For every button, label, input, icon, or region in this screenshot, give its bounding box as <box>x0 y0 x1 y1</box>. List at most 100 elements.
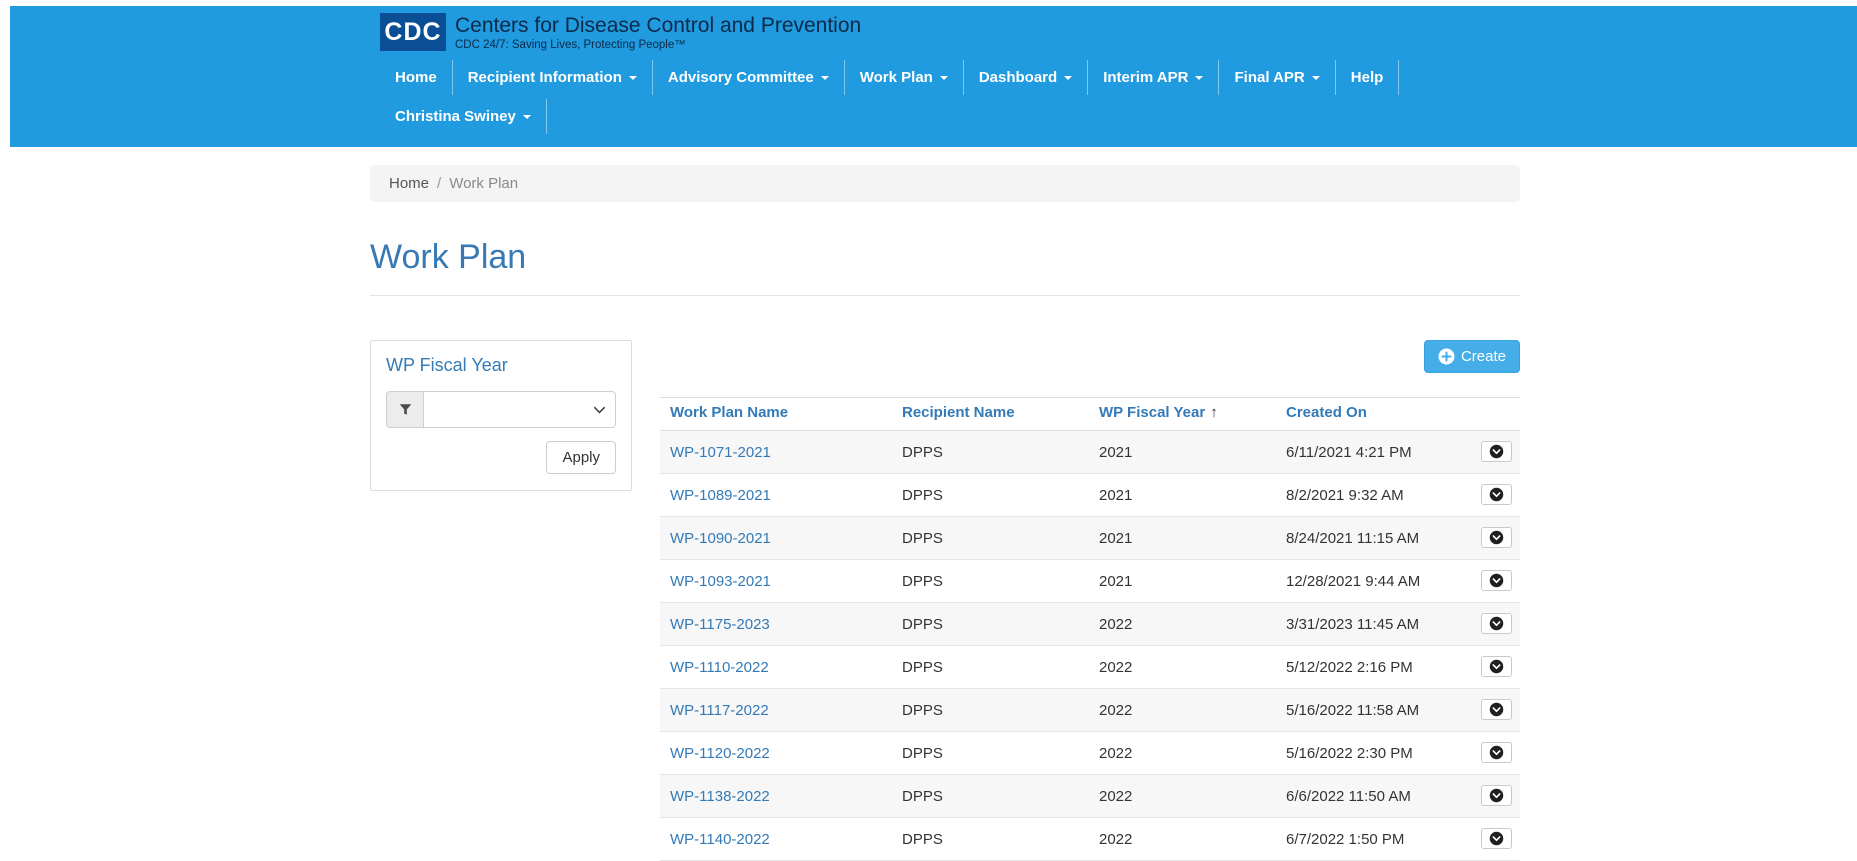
nav-item-label: Help <box>1351 69 1384 86</box>
create-button[interactable]: Create <box>1424 340 1520 373</box>
content-row: WP Fiscal Year Apply <box>370 340 1520 861</box>
nav-item-recipient-information[interactable]: Recipient Information <box>453 60 653 95</box>
created-on-cell: 8/2/2021 9:32 AM <box>1276 474 1460 517</box>
breadcrumb-home-link[interactable]: Home <box>389 175 429 192</box>
row-actions-button[interactable] <box>1481 613 1512 634</box>
table-row: WP-1090-2021 DPPS 2021 8/24/2021 11:15 A… <box>660 517 1520 560</box>
fiscal-year-cell: 2022 <box>1089 603 1276 646</box>
table-row: WP-1140-2022 DPPS 2022 6/7/2022 1:50 PM <box>660 818 1520 861</box>
cdc-brand: CDC Centers for Disease Control and Prev… <box>380 13 1857 51</box>
apply-button[interactable]: Apply <box>546 441 616 474</box>
nav-item-label: Dashboard <box>979 69 1057 86</box>
fiscal-year-cell: 2021 <box>1089 517 1276 560</box>
site-header: CDC Centers for Disease Control and Prev… <box>10 6 1857 147</box>
fiscal-year-input-group <box>386 391 616 428</box>
filter-button[interactable] <box>386 391 424 428</box>
caret-down-icon <box>940 76 948 80</box>
cdc-logo: CDC <box>380 13 446 51</box>
table-row: WP-1071-2021 DPPS 2021 6/11/2021 4:21 PM <box>660 431 1520 474</box>
nav-item-label: Work Plan <box>860 69 933 86</box>
fiscal-year-cell: 2021 <box>1089 474 1276 517</box>
row-actions-button[interactable] <box>1481 570 1512 591</box>
created-on-cell: 8/24/2021 11:15 AM <box>1276 517 1460 560</box>
user-menu[interactable]: Christina Swiney <box>380 99 547 134</box>
nav-item-label: Home <box>395 69 437 86</box>
table-row: WP-1175-2023 DPPS 2022 3/31/2023 11:45 A… <box>660 603 1520 646</box>
fiscal-year-cell: 2022 <box>1089 775 1276 818</box>
nav-item-help[interactable]: Help <box>1336 60 1400 95</box>
row-actions-button[interactable] <box>1481 527 1512 548</box>
nav-item-work-plan[interactable]: Work Plan <box>845 60 964 95</box>
work-plan-link[interactable]: WP-1071-2021 <box>670 444 771 461</box>
recipient-cell: DPPS <box>892 474 1089 517</box>
created-on-cell: 6/6/2022 11:50 AM <box>1276 775 1460 818</box>
work-plan-link[interactable]: WP-1138-2022 <box>670 788 770 805</box>
row-actions-button[interactable] <box>1481 699 1512 720</box>
work-plan-link[interactable]: WP-1110-2022 <box>670 659 769 676</box>
caret-down-icon <box>629 76 637 80</box>
created-on-cell: 6/7/2022 1:50 PM <box>1276 818 1460 861</box>
row-actions-button[interactable] <box>1481 484 1512 505</box>
work-plan-link[interactable]: WP-1175-2023 <box>670 616 770 633</box>
breadcrumb: Home / Work Plan <box>370 165 1520 202</box>
nav-item-label: Interim APR <box>1103 69 1188 86</box>
main-content: Home / Work Plan Work Plan WP Fiscal Year <box>370 165 1520 861</box>
row-actions-button[interactable] <box>1481 742 1512 763</box>
work-plan-table: Work Plan Name Recipient Name WP Fiscal … <box>660 397 1520 861</box>
caret-down-icon <box>1195 76 1203 80</box>
created-on-cell: 5/16/2022 2:30 PM <box>1276 732 1460 775</box>
column-header-wp-fiscal-year[interactable]: WP Fiscal Year <box>1099 404 1205 421</box>
fiscal-year-cell: 2022 <box>1089 732 1276 775</box>
caret-down-circle-icon <box>1489 659 1504 674</box>
nav-item-label: Recipient Information <box>468 69 622 86</box>
toolbar: Create <box>660 340 1520 373</box>
brand-text: Centers for Disease Control and Preventi… <box>455 14 861 51</box>
nav-item-advisory-committee[interactable]: Advisory Committee <box>653 60 845 95</box>
recipient-cell: DPPS <box>892 818 1089 861</box>
work-plan-link[interactable]: WP-1140-2022 <box>670 831 770 848</box>
nav-item-final-apr[interactable]: Final APR <box>1219 60 1335 95</box>
org-name: Centers for Disease Control and Preventi… <box>455 14 861 37</box>
breadcrumb-separator: / <box>437 175 441 192</box>
created-on-cell: 5/12/2022 2:16 PM <box>1276 646 1460 689</box>
row-actions-button[interactable] <box>1481 828 1512 849</box>
nav-item-dashboard[interactable]: Dashboard <box>964 60 1088 95</box>
row-actions-button[interactable] <box>1481 441 1512 462</box>
work-plan-link[interactable]: WP-1117-2022 <box>670 702 769 719</box>
work-plan-link[interactable]: WP-1120-2022 <box>670 745 770 762</box>
column-header-created-on[interactable]: Created On <box>1286 404 1367 421</box>
actions-column-header <box>1460 398 1520 431</box>
column-header-work-plan-name[interactable]: Work Plan Name <box>670 404 788 421</box>
work-plan-link[interactable]: WP-1090-2021 <box>670 530 771 547</box>
table-header: Work Plan Name Recipient Name WP Fiscal … <box>660 398 1520 431</box>
table-row: WP-1138-2022 DPPS 2022 6/6/2022 11:50 AM <box>660 775 1520 818</box>
nav-item-label: Advisory Committee <box>668 69 814 86</box>
breadcrumb-current: Work Plan <box>449 175 518 192</box>
work-plan-link[interactable]: WP-1089-2021 <box>670 487 771 504</box>
fiscal-year-select[interactable] <box>424 391 616 428</box>
caret-down-icon <box>821 76 829 80</box>
created-on-cell: 3/31/2023 11:45 AM <box>1276 603 1460 646</box>
created-on-cell: 5/16/2022 11:58 AM <box>1276 689 1460 732</box>
table-row: WP-1110-2022 DPPS 2022 5/12/2022 2:16 PM <box>660 646 1520 689</box>
plus-circle-icon <box>1438 348 1455 365</box>
recipient-cell: DPPS <box>892 732 1089 775</box>
caret-down-icon <box>523 115 531 119</box>
caret-down-circle-icon <box>1489 616 1504 631</box>
filter-funnel-icon <box>399 403 412 416</box>
fiscal-year-cell: 2022 <box>1089 818 1276 861</box>
row-actions-button[interactable] <box>1481 785 1512 806</box>
main-nav: Home Recipient Information Advisory Comm… <box>380 60 1857 95</box>
caret-down-circle-icon <box>1489 788 1504 803</box>
row-actions-button[interactable] <box>1481 656 1512 677</box>
work-plan-table-body: WP-1071-2021 DPPS 2021 6/11/2021 4:21 PM… <box>660 431 1520 861</box>
create-button-label: Create <box>1461 348 1506 365</box>
recipient-cell: DPPS <box>892 603 1089 646</box>
work-plan-link[interactable]: WP-1093-2021 <box>670 573 771 590</box>
table-row: WP-1089-2021 DPPS 2021 8/2/2021 9:32 AM <box>660 474 1520 517</box>
nav-item-home[interactable]: Home <box>380 60 453 95</box>
recipient-cell: DPPS <box>892 517 1089 560</box>
nav-item-interim-apr[interactable]: Interim APR <box>1088 60 1219 95</box>
column-header-recipient-name[interactable]: Recipient Name <box>902 404 1015 421</box>
caret-down-circle-icon <box>1489 444 1504 459</box>
